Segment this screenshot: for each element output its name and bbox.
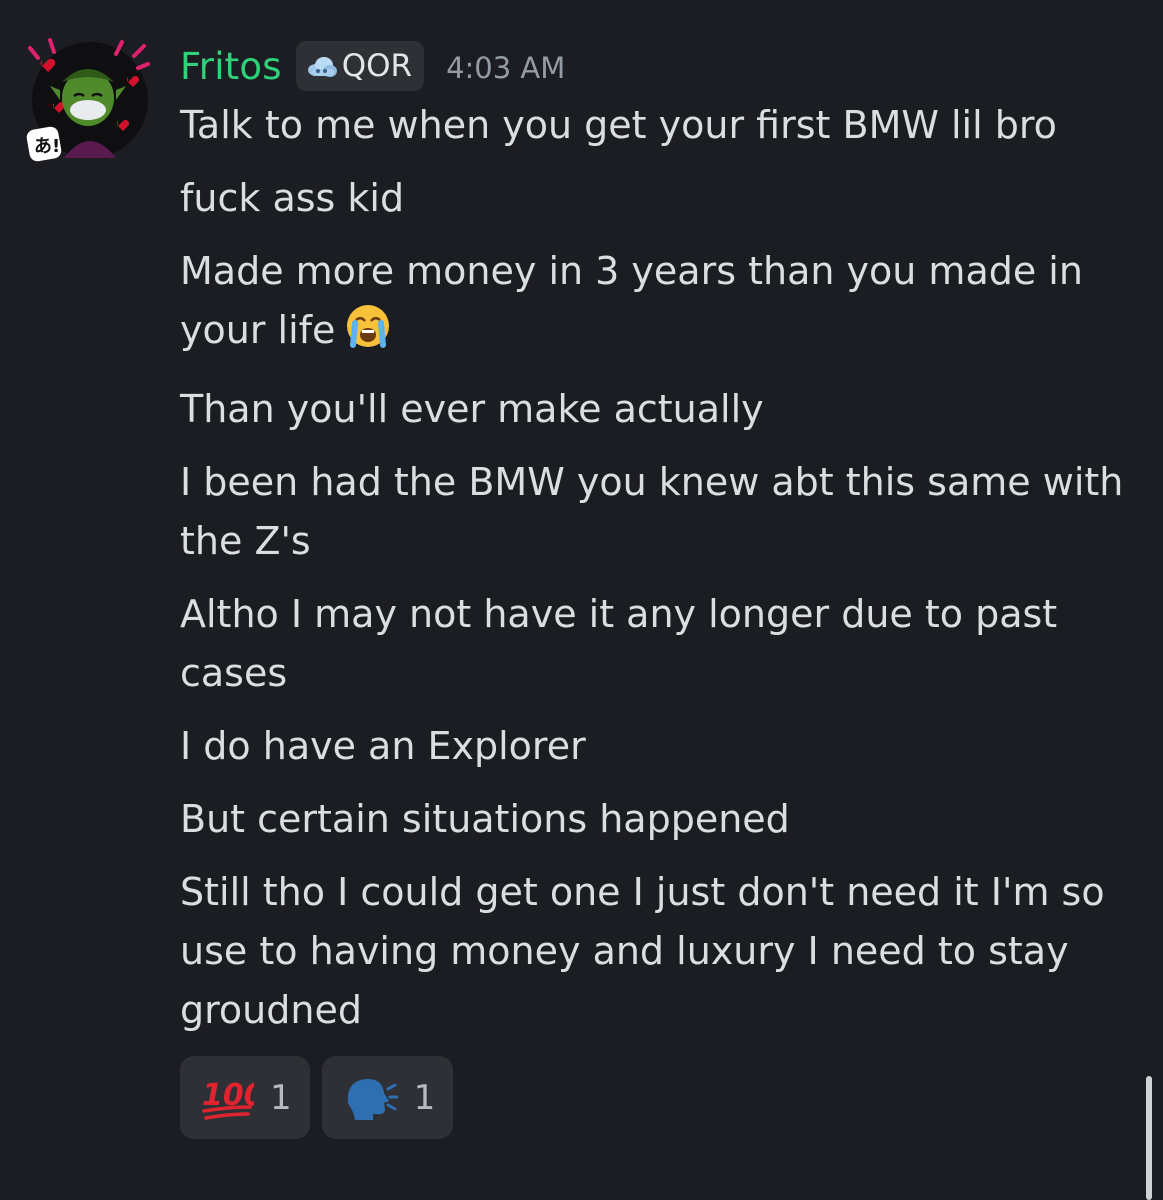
chat-view: あ! Fritos QOR 4:03 AM Talk to me when yo… [0, 0, 1163, 1200]
message[interactable]: fuck ass kid [180, 169, 1130, 228]
reaction-count: 1 [270, 1077, 292, 1118]
reaction-speaking-head[interactable]: 1 [321, 1056, 454, 1139]
message-text: I do have an Explorer [180, 724, 586, 768]
avatar-image: あ! [26, 38, 150, 162]
message-header: Fritos QOR 4:03 AM [180, 38, 565, 94]
message[interactable]: Made more money in 3 years than you made… [180, 242, 1130, 366]
reaction-count: 1 [413, 1077, 436, 1118]
message-text: fuck ass kid [180, 176, 405, 220]
server-tag[interactable]: QOR [295, 41, 425, 91]
message[interactable]: Altho I may not have it any longer due t… [180, 585, 1130, 703]
scrollbar[interactable] [1146, 1076, 1152, 1200]
message-text: Made more money in 3 years than you made… [180, 249, 1083, 352]
message[interactable]: Talk to me when you get your first BMW l… [180, 96, 1130, 155]
cloud-icon [307, 57, 337, 77]
message[interactable]: I do have an Explorer [180, 717, 1130, 776]
hundred-points-icon: 100 [202, 1078, 254, 1120]
message-text: Altho I may not have it any longer due t… [180, 592, 1058, 695]
speaking-head-icon [347, 1078, 398, 1120]
message[interactable]: I been had the BMW you knew abt this sam… [180, 453, 1130, 571]
message[interactable]: Still tho I could get one I just don't n… [180, 863, 1130, 1040]
message-text: I been had the BMW you knew abt this sam… [180, 460, 1124, 563]
svg-text:あ!: あ! [34, 136, 60, 157]
tag-label: QOR [341, 48, 413, 84]
message[interactable]: Than you'll ever make actually [180, 380, 1130, 439]
message-list: Talk to me when you get your first BMW l… [180, 96, 1130, 1054]
message-text: Than you'll ever make actually [180, 387, 764, 431]
timestamp: 4:03 AM [446, 51, 566, 85]
message[interactable]: But certain situations happened [180, 790, 1130, 849]
message-text: Talk to me when you get your first BMW l… [180, 103, 1057, 147]
username[interactable]: Fritos [180, 45, 282, 88]
loudly-crying-face-icon [345, 303, 391, 366]
avatar[interactable]: あ! [24, 34, 154, 164]
reaction-bar: 100 1 1 [180, 1056, 454, 1139]
reaction-hundred-points[interactable]: 100 1 [180, 1056, 310, 1139]
message-text: Still tho I could get one I just don't n… [180, 870, 1105, 1032]
message-text: But certain situations happened [180, 797, 790, 841]
